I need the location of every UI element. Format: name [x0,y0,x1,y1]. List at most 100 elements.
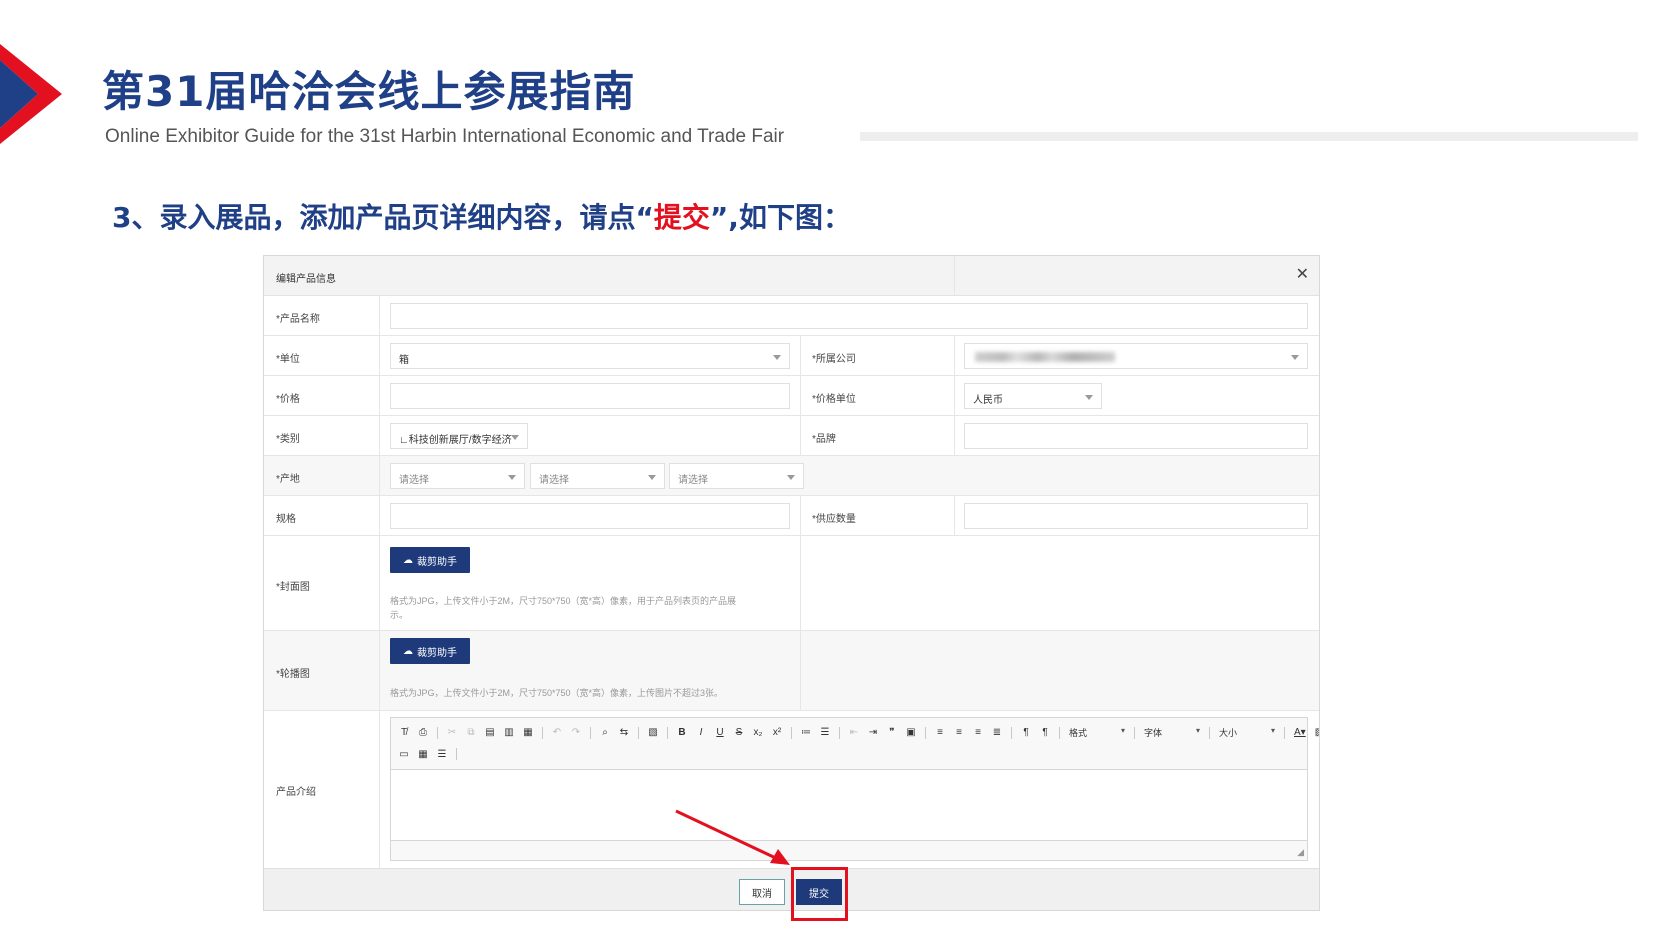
redo-icon[interactable]: ↷ [571,727,581,738]
price-unit-label: *价格单位 [812,394,856,405]
unit-value: 箱 [399,355,409,366]
replace-icon[interactable]: ⇆ [619,727,629,738]
paste-word-icon[interactable]: ▦ [523,727,533,738]
blurred-company-name [975,352,1115,362]
rtl-icon[interactable]: ¶ [1040,727,1050,738]
carousel-crop-button-label: 裁剪助手 [417,647,457,659]
brand-label: *品牌 [812,434,836,445]
cover-crop-button-label: 裁剪助手 [417,556,457,568]
underline-icon[interactable]: U [715,727,725,738]
row-origin: *产地 请选择 请选择 请选择 [264,456,1319,496]
cut-icon[interactable]: ✂ [447,727,457,738]
origin-district-select[interactable]: 请选择 [669,463,804,489]
format-dropdown-label: 格式 [1069,728,1088,738]
page-subtitle: Online Exhibitor Guide for the 31st Harb… [105,126,785,147]
align-left-icon[interactable]: ≡ [935,727,945,738]
cover-crop-button[interactable]: ☁ 裁剪助手 [390,547,470,573]
blockquote-icon[interactable]: ❞ [887,727,897,738]
font-dropdown[interactable]: 字体 [1144,726,1200,739]
price-unit-value: 人民币 [973,395,1003,406]
text-color-icon[interactable]: A▾ [1294,727,1306,738]
chevron-down-icon [648,475,656,480]
supply-input[interactable] [964,503,1308,529]
select-all-icon[interactable]: ▧ [648,727,658,738]
company-label: *所属公司 [812,354,856,365]
row-category-brand: *类别 ∟科技创新展厅/数字经济 *品牌 [264,416,1319,456]
chevron-down-icon [508,475,516,480]
cover-hint: 格式为JPG，上传文件小于2M，尺寸750*750（宽*高）像素，用于产品列表页… [390,594,790,622]
price-label: *价格 [276,394,300,405]
step-text-suffix: ”,如下图： [709,201,851,234]
step-text-highlight: 提交 [653,201,710,234]
italic-icon[interactable]: I [696,727,706,738]
size-dropdown-label: 大小 [1219,728,1238,738]
horizontal-line-icon[interactable]: ☰ [437,749,447,760]
strikethrough-icon[interactable]: S [734,727,744,738]
logo-arrow-icon [0,44,62,144]
row-cover-image: *封面图 ☁ 裁剪助手 格式为JPG，上传文件小于2M，尺寸750*750（宽*高… [264,536,1319,631]
image-icon[interactable]: ▭ [399,749,409,760]
price-unit-select[interactable]: 人民币 [964,383,1102,409]
cancel-button[interactable]: 取消 [739,879,785,905]
superscript-icon[interactable]: x² [772,727,782,738]
row-unit-company: *单位 箱 *所属公司 [264,336,1319,376]
resize-handle-icon[interactable]: ◢ [1297,847,1304,858]
print-icon[interactable]: ⎙ [418,727,428,738]
background-color-icon[interactable]: ▨▾ [1315,727,1319,738]
origin-province-select[interactable]: 请选择 [390,463,525,489]
company-select[interactable] [964,343,1308,369]
subscript-icon[interactable]: x₂ [753,727,763,738]
align-justify-icon[interactable]: ≣ [992,727,1002,738]
bulleted-list-icon[interactable]: ☰ [820,727,830,738]
undo-icon[interactable]: ↶ [552,727,562,738]
origin-city-select[interactable]: 请选择 [530,463,665,489]
spec-input[interactable] [390,503,790,529]
submit-highlight-box [791,867,848,921]
paste-text-icon[interactable]: ▥ [504,727,514,738]
outdent-icon[interactable]: ⇤ [849,727,859,738]
chevron-down-icon [1291,355,1299,360]
carousel-label: *轮播图 [276,669,310,680]
brand-input[interactable] [964,423,1308,449]
price-input[interactable] [390,383,790,409]
editor-statusbar: ◢ [391,840,1307,860]
rich-text-editor: T̸ ⎙ ✂ ⧉ ▤ ▥ ▦ ↶ ↷ ⌕ ⇆ ▧ B I U S x₂ x² ≔… [390,717,1319,861]
cover-hint-line-2: 示。 [390,610,409,620]
category-label: *类别 [276,434,300,445]
category-select[interactable]: ∟科技创新展厅/数字经济 [390,423,528,449]
copy-icon[interactable]: ⧉ [466,727,476,738]
category-value: ∟科技创新展厅/数字经济 [399,435,512,446]
carousel-crop-button[interactable]: ☁ 裁剪助手 [390,638,470,664]
bold-icon[interactable]: B [677,727,687,738]
pointer-arrow-icon [675,809,790,865]
numbered-list-icon[interactable]: ≔ [801,727,811,738]
origin-province-placeholder: 请选择 [399,475,429,486]
size-dropdown[interactable]: 大小 [1219,726,1275,739]
origin-district-placeholder: 请选择 [678,475,708,486]
div-container-icon[interactable]: ▣ [906,727,916,738]
table-icon[interactable]: ▦ [418,749,428,760]
carousel-hint: 格式为JPG，上传文件小于2M，尺寸750*750（宽*高）像素，上传图片不超过… [390,688,724,698]
origin-label: *产地 [276,474,300,485]
toolbar-row-2: ▭ ▦ ☰ [399,748,457,760]
chevron-down-icon [511,435,519,440]
unit-select[interactable]: 箱 [390,343,790,369]
indent-icon[interactable]: ⇥ [868,727,878,738]
chevron-down-icon [773,355,781,360]
row-price: *价格 *价格单位 人民币 [264,376,1319,416]
cloud-upload-icon: ☁ [403,554,413,566]
dialog-header: 编辑产品信息 ✕ [264,256,1319,296]
ltr-icon[interactable]: ¶ [1021,727,1031,738]
align-center-icon[interactable]: ≡ [954,727,964,738]
remove-format-icon[interactable]: T̸ [399,727,409,738]
find-icon[interactable]: ⌕ [600,727,610,738]
product-name-label: *产品名称 [276,314,320,325]
close-icon[interactable]: ✕ [1296,264,1309,284]
align-right-icon[interactable]: ≡ [973,727,983,738]
subtitle-divider [860,132,1638,141]
unit-label: *单位 [276,354,300,365]
chevron-down-icon [1085,395,1093,400]
format-dropdown[interactable]: 格式 [1069,726,1125,739]
paste-icon[interactable]: ▤ [485,727,495,738]
product-name-input[interactable] [390,303,1308,329]
